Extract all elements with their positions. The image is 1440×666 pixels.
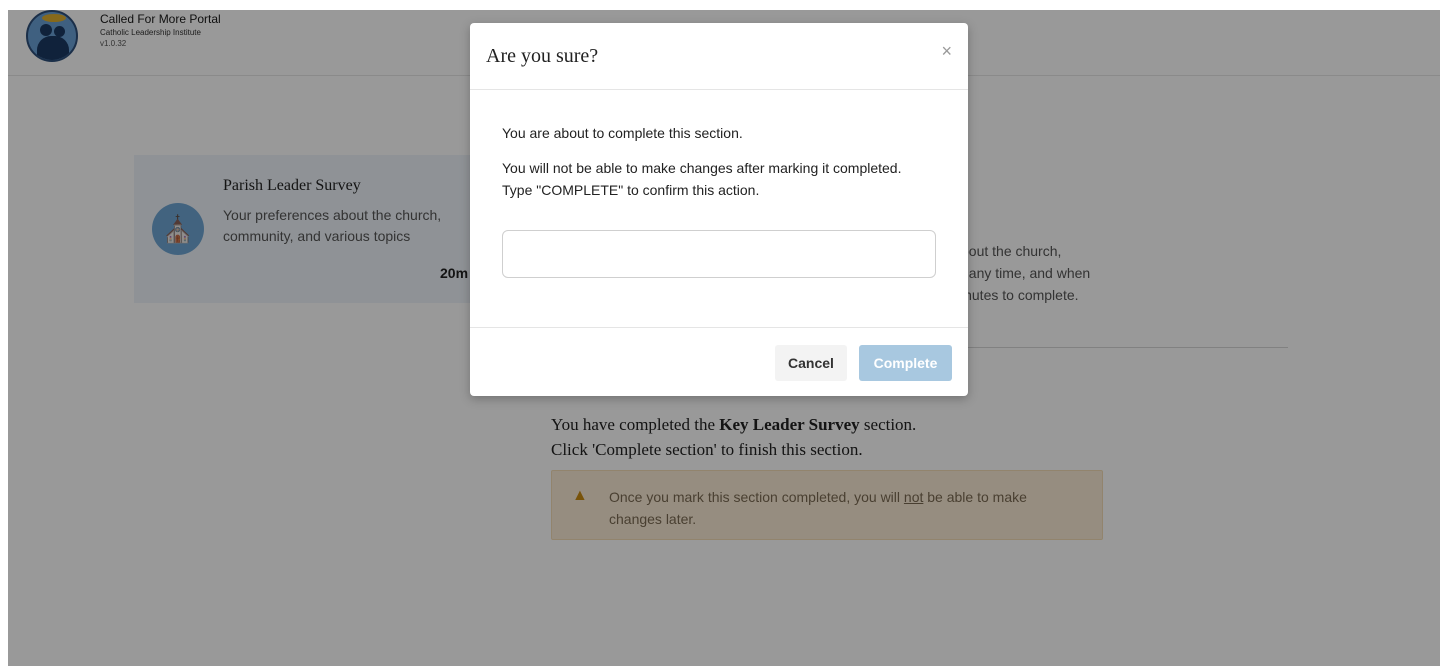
dialog-footer: Cancel Complete (470, 327, 968, 396)
confirm-dialog: Are you sure? × You are about to complet… (470, 23, 968, 396)
dialog-body: You are about to complete this section. … (470, 90, 968, 327)
complete-button[interactable]: Complete (859, 345, 952, 381)
cancel-button[interactable]: Cancel (775, 345, 847, 381)
dialog-instructions: You will not be able to make changes aft… (502, 157, 942, 201)
dialog-message: You are about to complete this section. (502, 125, 743, 141)
close-icon[interactable]: × (941, 41, 952, 62)
dialog-title: Are you sure? (486, 45, 599, 67)
dialog-header: Are you sure? × (470, 23, 968, 90)
dialog-warning-line: You will not be able to make changes aft… (502, 160, 902, 176)
confirm-input[interactable] (502, 230, 936, 278)
dialog-confirm-instruction: Type "COMPLETE" to confirm this action. (502, 182, 760, 198)
